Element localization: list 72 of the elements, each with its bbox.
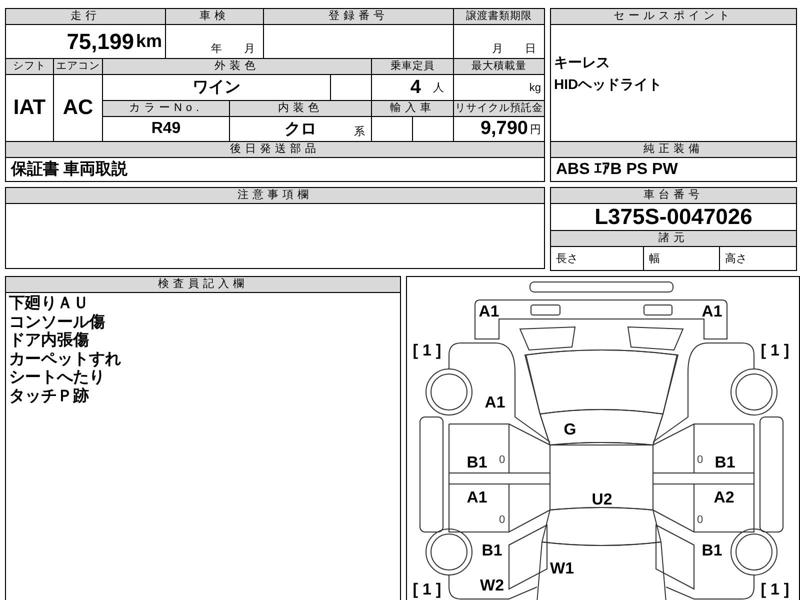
sales-point: HIDヘッドライト bbox=[554, 75, 664, 94]
unit-label: kg bbox=[529, 82, 541, 94]
damage-code: B1 bbox=[714, 454, 736, 472]
field-value: ワイン bbox=[103, 75, 330, 100]
field-value: ABS ｴｱB PS PW bbox=[551, 158, 796, 181]
damage-code: 0 bbox=[696, 514, 704, 526]
field-value: 9,790 bbox=[480, 118, 528, 140]
field-label: 最大積載量 bbox=[454, 59, 544, 74]
field-value: R49 bbox=[103, 117, 229, 141]
damage-code: B1 bbox=[702, 542, 722, 560]
field-value: IAT bbox=[6, 75, 53, 141]
inspector-note: カーペットすれ bbox=[9, 350, 122, 369]
field-label: リサイクル預託金 bbox=[454, 101, 544, 116]
unit-label: 年 bbox=[211, 42, 222, 56]
damage-code: 0 bbox=[498, 514, 506, 526]
damage-code: A1 bbox=[466, 490, 488, 506]
field-label: セールスポイント bbox=[551, 9, 796, 24]
field-label: 注意事項欄 bbox=[6, 188, 544, 203]
field-value: AC bbox=[54, 75, 102, 141]
damage-code: A1 bbox=[478, 304, 500, 320]
damage-code: B1 bbox=[482, 542, 502, 560]
field-label: 登録番号 bbox=[264, 9, 453, 24]
damage-code: A1 bbox=[484, 394, 506, 412]
chassis-number: L375S-0047026 bbox=[551, 204, 796, 230]
unit-label: 円 bbox=[530, 122, 541, 136]
damage-code: [ 1 ] bbox=[412, 582, 442, 598]
damage-code: G bbox=[564, 422, 576, 438]
field-label: 検査員記入欄 bbox=[6, 277, 400, 292]
field-value: 4 bbox=[410, 76, 421, 98]
inspector-note: シートへたり bbox=[9, 369, 106, 387]
field-label: 乗車定員 bbox=[372, 59, 453, 74]
damage-code: B1 bbox=[466, 454, 488, 472]
damage-code: W1 bbox=[550, 560, 574, 578]
inspector-note: 下廻りＡＵ bbox=[9, 295, 90, 314]
field-label: 諸元 bbox=[551, 231, 796, 246]
unit-label: 人 bbox=[433, 81, 444, 95]
damage-code: A1 bbox=[702, 304, 722, 320]
damage-code: W2 bbox=[480, 578, 504, 594]
field-label: 外装色 bbox=[103, 59, 371, 74]
damage-code: [ 1 ] bbox=[760, 582, 790, 598]
unit-label: 日 bbox=[525, 42, 536, 56]
field-label: 純正装備 bbox=[551, 142, 796, 157]
damage-code: U2 bbox=[592, 492, 612, 508]
unit-label: km bbox=[136, 31, 162, 52]
field-label: 後日発送部品 bbox=[6, 142, 544, 157]
field-label: 内装色 bbox=[230, 101, 371, 116]
field-label: 車台番号 bbox=[551, 188, 796, 203]
unit-label: 月 bbox=[492, 42, 503, 56]
field-value: 保証書 車両取説 bbox=[6, 158, 544, 181]
field-label: エアコン bbox=[54, 59, 102, 74]
damage-code: 0 bbox=[498, 454, 506, 466]
field-value: 75,199 bbox=[66, 28, 134, 54]
damage-code: 0 bbox=[696, 454, 704, 466]
spec-label: 高さ bbox=[720, 247, 796, 270]
inspector-note: タッチＰ跡 bbox=[9, 388, 90, 406]
field-label: カラーNo. bbox=[103, 101, 229, 116]
field-label: 輸入車 bbox=[372, 101, 453, 116]
damage-code: [ 1 ] bbox=[760, 342, 790, 360]
sales-point: キーレス bbox=[554, 53, 611, 72]
damage-code: [ 1 ] bbox=[412, 342, 442, 360]
inspector-note: コンソール傷 bbox=[9, 314, 106, 332]
field-label: 車検 bbox=[166, 9, 263, 24]
damage-code: A2 bbox=[714, 490, 734, 506]
unit-label: 月 bbox=[244, 42, 255, 56]
spec-label: 長さ bbox=[551, 247, 643, 270]
field-value: クロ bbox=[284, 120, 316, 140]
field-label: シフト bbox=[6, 59, 53, 74]
field-label: 譲渡書類期限 bbox=[454, 9, 544, 24]
inspector-note: ドア内張傷 bbox=[9, 332, 90, 350]
unit-label: 系 bbox=[354, 124, 365, 139]
field-label: 走行 bbox=[6, 9, 165, 24]
spec-label: 幅 bbox=[644, 247, 719, 270]
